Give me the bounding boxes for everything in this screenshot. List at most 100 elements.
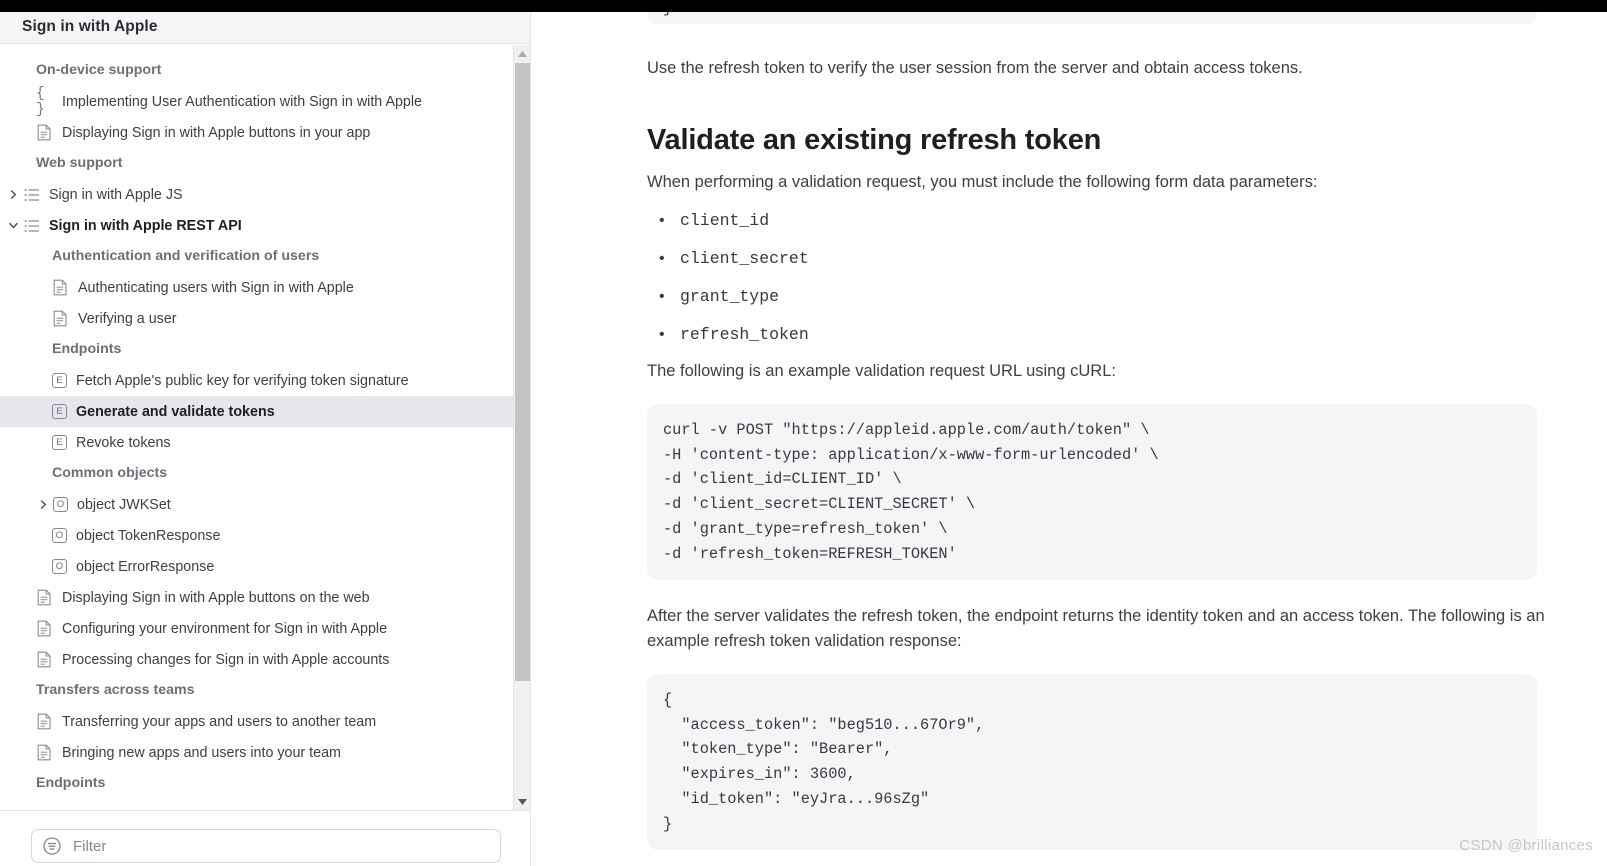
sidebar-group-label: On-device support [36, 62, 162, 78]
parameter-list: client_idclient_secretgrant_typerefresh_… [647, 202, 1247, 354]
code-line: { [663, 691, 673, 709]
sidebar-nav-list: On-device support { } Implementing User Au… [0, 45, 513, 799]
filter-field-wrapper[interactable] [31, 829, 501, 863]
sidebar-item-label: object ErrorResponse [76, 558, 215, 575]
sidebar-group-label: Transfers across teams [36, 682, 195, 698]
chevron-down-icon[interactable] [6, 219, 20, 233]
code-line: "access_token": "beg510...67Or9", [663, 715, 985, 734]
sidebar-item-label: Displaying Sign in with Apple buttons on… [62, 589, 370, 606]
sidebar-item-authenticating-users-with-sign-in-with-apple[interactable]: Authenticating users with Sign in with A… [0, 272, 513, 303]
filter-circle-icon [42, 836, 62, 856]
sidebar-scrollbar[interactable] [513, 45, 530, 810]
filter-input[interactable] [71, 836, 451, 856]
sidebar-item-generate-and-validate-tokens[interactable]: E Generate and validate tokens [0, 396, 513, 427]
sidebar-item-fetch-apple-s-public-key-for-verifying-token-signature[interactable]: E Fetch Apple's public key for verifying … [0, 365, 513, 396]
document-icon [36, 713, 53, 730]
caret-down-icon[interactable] [514, 793, 530, 810]
sidebar-item-processing-changes-for-sign-in-with-apple-accounts[interactable]: Processing changes for Sign in with Appl… [0, 644, 513, 675]
sidebar-item-label: Verifying a user [78, 310, 177, 327]
endpoint-badge-icon: E [52, 404, 67, 419]
chevron-right-icon[interactable] [36, 498, 50, 512]
sidebar-item-bringing-new-apps-and-users-into-your-team[interactable]: Bringing new apps and users into your te… [0, 737, 513, 768]
parameter-list-item: client_secret [647, 240, 1247, 278]
sidebar-item-label: Sign in with Apple JS [49, 186, 183, 203]
sidebar-item-object-jwkset[interactable]: Oobject JWKSet [0, 489, 513, 520]
list-icon [23, 217, 40, 234]
code-line: curl -v POST "https://appleid.apple.com/… [663, 421, 1150, 439]
sidebar-item-transferring-your-apps-and-users-to-another-team[interactable]: Transferring your apps and users to anot… [0, 706, 513, 737]
sidebar-group-label: Endpoints [52, 341, 122, 357]
document-icon [36, 589, 53, 606]
sidebar-scrollbar-thumb[interactable] [515, 63, 530, 681]
sidebar-item-label: Fetch Apple's public key for verifying t… [76, 372, 409, 389]
sidebar-item-label: Generate and validate tokens [76, 403, 275, 420]
code-line: -d 'client_id=CLIENT_ID' \ [663, 470, 902, 489]
section-heading: Validate an existing refresh token [647, 124, 1102, 156]
parameter-list-item: grant_type [647, 278, 1247, 316]
sidebar-item-label: Transferring your apps and users to anot… [62, 713, 377, 730]
object-badge-icon: O [53, 497, 68, 512]
document-icon [36, 620, 53, 637]
code-block-previous: } [647, 12, 1537, 24]
sidebar-group-label: Common objects [52, 465, 168, 481]
sidebar-footer [0, 810, 530, 866]
main-content: } Use the refresh token to verify the us… [531, 12, 1607, 866]
section-paragraph: When performing a validation request, yo… [647, 173, 1318, 191]
endpoint-badge-icon: E [52, 373, 67, 388]
sidebar-item-implementing-user-authentication-with-sign-in-with-apple[interactable]: { } Implementing User Authentication with… [0, 85, 513, 118]
chevron-right-icon[interactable] [6, 188, 20, 202]
object-badge-icon: O [52, 559, 67, 574]
sidebar-item-revoke-tokens[interactable]: E Revoke tokens [0, 427, 513, 458]
sidebar-item-object-errorresponse[interactable]: Oobject ErrorResponse [0, 551, 513, 582]
sidebar-item-object-tokenresponse[interactable]: Oobject TokenResponse [0, 520, 513, 551]
sidebar-group-label: Authentication and verification of users [52, 248, 320, 264]
sidebar-group-label: Web support [36, 155, 123, 171]
sidebar-item-label: Processing changes for Sign in with Appl… [62, 651, 390, 668]
sidebar-item-label: Displaying Sign in with Apple buttons in… [62, 124, 371, 141]
code-line: "id_token": "eyJra...96sZg" [663, 789, 930, 808]
code-line: "token_type": "Bearer", [663, 740, 893, 759]
code-line: "expires_in": 3600, [663, 765, 856, 784]
sidebar-item-label: Configuring your environment for Sign in… [62, 620, 388, 637]
sidebar-item-displaying-sign-in-with-apple-buttons-in-your-app[interactable]: Displaying Sign in with Apple buttons in… [0, 117, 513, 148]
watermark: CSDN @brilliances [1459, 837, 1593, 854]
navigation-sidebar: Sign in with Apple On-device support { } I… [0, 12, 530, 866]
list-icon [23, 186, 40, 203]
sidebar-item-sign-in-with-apple-rest-api[interactable]: Sign in with Apple REST API [0, 210, 513, 241]
response-intro-paragraph: After the server validates the refresh t… [647, 607, 1545, 650]
code-line: -d 'refresh_token=REFRESH_TOKEN' [663, 544, 957, 563]
sidebar-header: Sign in with Apple [0, 12, 530, 44]
curl-intro-paragraph: The following is an example validation r… [647, 362, 1116, 380]
object-badge-icon: O [52, 528, 67, 543]
sidebar-item-sign-in-with-apple-js[interactable]: Sign in with Apple JS [0, 179, 513, 210]
code-line: } [663, 12, 672, 19]
braces-icon: { } [36, 85, 45, 118]
sidebar-scroll-area[interactable]: On-device support { } Implementing User Au… [0, 45, 513, 810]
code-line: -d 'client_secret=CLIENT_SECRET' \ [663, 495, 976, 514]
endpoint-badge-icon: E [52, 435, 67, 450]
sidebar-item-label: object JWKSet [77, 496, 171, 513]
sidebar-item-label: Bringing new apps and users into your te… [62, 744, 341, 761]
intro-paragraph: Use the refresh token to verify the user… [647, 59, 1303, 77]
parameter-list-item: refresh_token [647, 316, 1247, 354]
code-line: -H 'content-type: application/x-www-form… [663, 445, 1159, 464]
document-icon [52, 310, 69, 327]
sidebar-item-label: object TokenResponse [76, 527, 221, 544]
code-line: -d 'grant_type=refresh_token' \ [663, 519, 948, 538]
top-black-bar [0, 0, 1607, 12]
document-icon [36, 124, 53, 141]
sidebar-item-label: Sign in with Apple REST API [49, 217, 242, 234]
sidebar-item-displaying-sign-in-with-apple-buttons-on-the-web[interactable]: Displaying Sign in with Apple buttons on… [0, 582, 513, 613]
sidebar-item-label: Implementing User Authentication with Si… [62, 93, 423, 110]
response-code-block[interactable]: { "access_token": "beg510...67Or9", "tok… [647, 674, 1537, 851]
sidebar-item-configuring-your-environment-for-sign-in-with-apple[interactable]: Configuring your environment for Sign in… [0, 613, 513, 644]
document-icon [36, 744, 53, 761]
document-icon [52, 279, 69, 296]
sidebar-item-verifying-a-user[interactable]: Verifying a user [0, 303, 513, 334]
caret-up-icon[interactable] [514, 45, 530, 62]
code-line: } [663, 814, 673, 833]
sidebar-group-label: Endpoints [36, 775, 106, 791]
sidebar-title: Sign in with Apple [22, 18, 158, 35]
parameter-list-item: client_id [647, 202, 1247, 240]
curl-code-block[interactable]: curl -v POST "https://appleid.apple.com/… [647, 404, 1537, 581]
